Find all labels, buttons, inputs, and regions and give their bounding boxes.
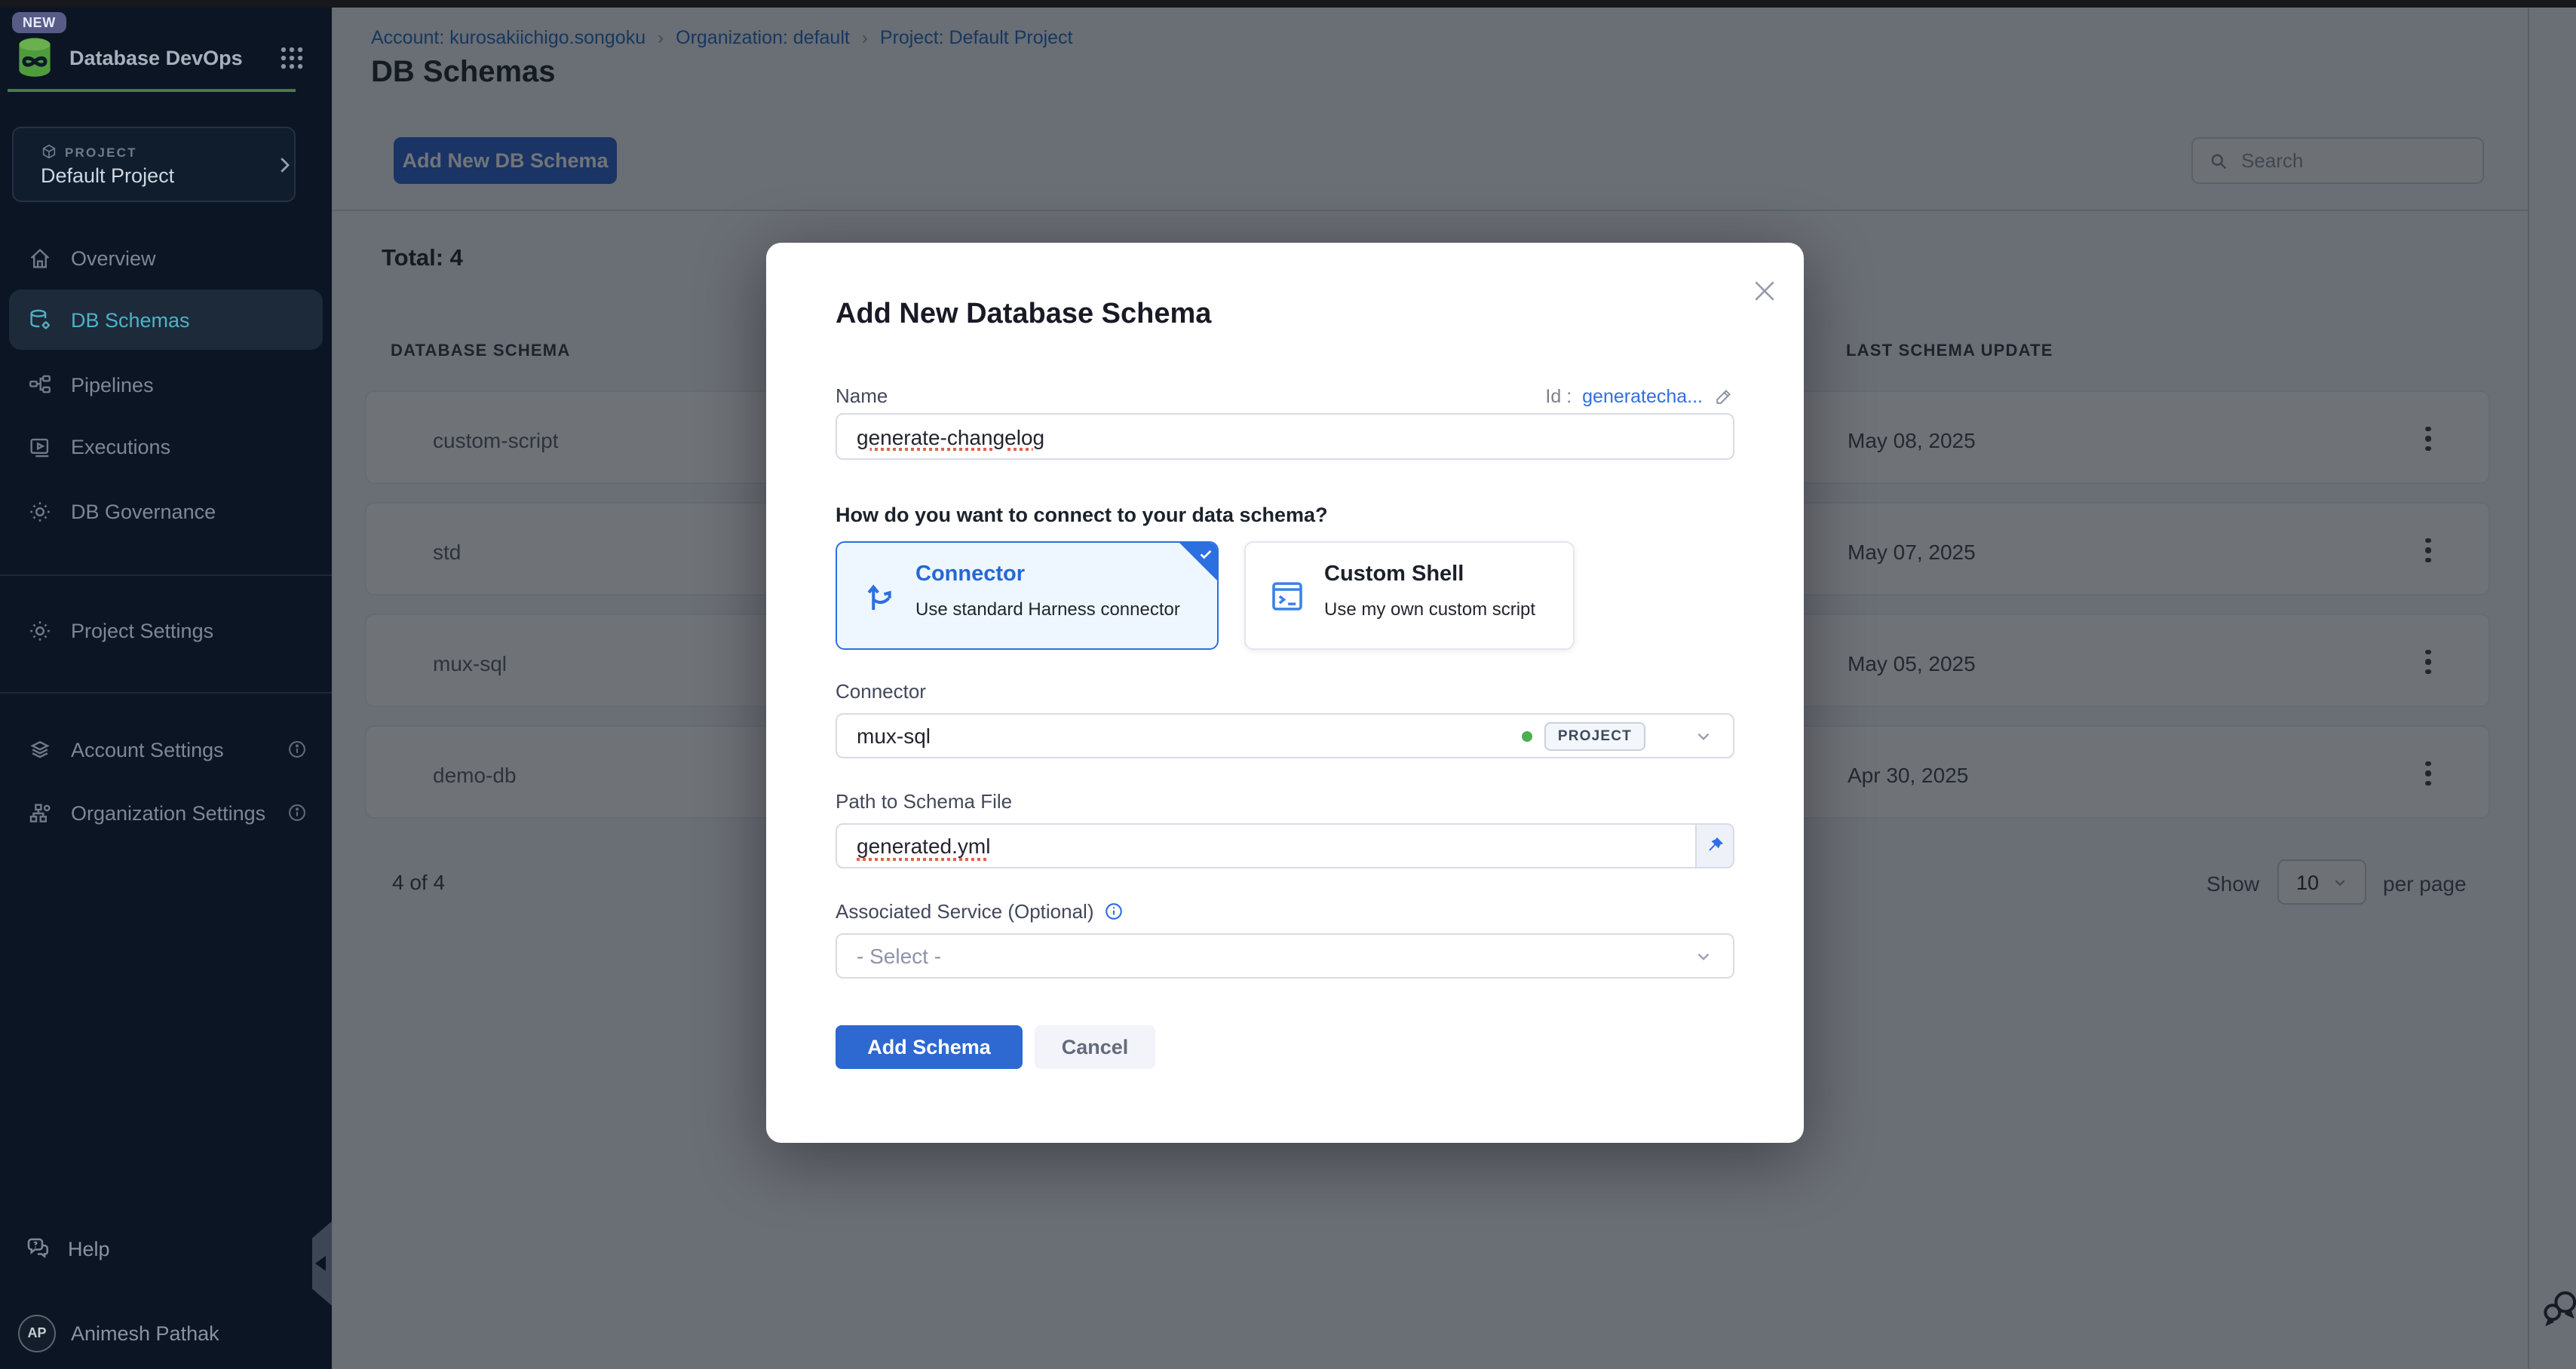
sidebar-item-pipelines[interactable]: Pipelines xyxy=(0,354,332,415)
add-schema-modal: Add New Database Schema Name Id : genera… xyxy=(766,243,1804,1143)
project-name: Default Project xyxy=(41,164,174,187)
path-input[interactable]: generated.yml xyxy=(836,823,1697,868)
help-chat-icon xyxy=(24,1235,51,1262)
terminal-icon xyxy=(1267,576,1308,617)
window-top-strip xyxy=(0,0,2576,8)
user-name: Animesh Pathak xyxy=(71,1322,219,1344)
database-gear-icon xyxy=(27,307,53,332)
chevron-right-icon xyxy=(273,154,296,176)
sidebar-item-executions[interactable]: Executions xyxy=(0,416,332,476)
connect-question: How do you want to connect to your data … xyxy=(836,504,1328,526)
layers-icon xyxy=(27,737,53,762)
sidebar-item-db-schemas[interactable]: DB Schemas xyxy=(9,289,323,350)
option-subtitle: Use my own custom script xyxy=(1324,599,1535,620)
service-label: Associated Service (Optional) xyxy=(836,900,1094,923)
sidebar-item-organization-settings[interactable]: Organization Settings xyxy=(0,783,332,843)
sidebar-divider xyxy=(0,574,332,576)
option-card-connector[interactable]: Connector Use standard Harness connector xyxy=(836,541,1219,650)
sidebar: NEW Database DevOps PROJECT xyxy=(0,0,332,1369)
connector-branch-arrows-icon xyxy=(858,576,899,617)
path-value: generated.yml xyxy=(857,834,990,858)
associated-service-select[interactable]: - Select - xyxy=(836,933,1734,979)
chevron-down-icon xyxy=(1694,726,1713,746)
cancel-button[interactable]: Cancel xyxy=(1035,1025,1155,1069)
option-subtitle: Use standard Harness connector xyxy=(915,599,1180,620)
sidebar-item-label: Executions xyxy=(71,435,170,458)
app-window: NEW Database DevOps PROJECT xyxy=(0,0,2576,1369)
executions-icon xyxy=(27,433,53,459)
sidebar-item-overview[interactable]: Overview xyxy=(0,228,332,288)
gear-icon xyxy=(27,617,53,643)
cube-icon xyxy=(41,143,57,160)
sidebar-item-label: Pipelines xyxy=(71,373,154,396)
avatar: AP xyxy=(18,1314,56,1352)
service-value: - Select - xyxy=(857,944,941,968)
sidebar-item-label: DB Governance xyxy=(71,500,216,522)
brand-divider xyxy=(8,89,296,92)
connector-select[interactable]: mux-sql PROJECT xyxy=(836,713,1734,758)
connector-status-dot xyxy=(1522,730,1532,741)
pin-runtime-input-button[interactable] xyxy=(1697,823,1734,868)
sidebar-item-db-governance[interactable]: DB Governance xyxy=(0,481,332,541)
info-icon xyxy=(287,802,308,823)
sidebar-divider xyxy=(0,692,332,694)
info-icon xyxy=(287,739,308,760)
help-button[interactable]: Help xyxy=(0,1218,332,1279)
name-input[interactable]: generate-changelog xyxy=(836,413,1734,460)
main-content: Account: kurosakiichigo.songoku › Organi… xyxy=(332,8,2576,1369)
collapse-left-arrow-icon xyxy=(315,1256,326,1271)
database-devops-logo-icon xyxy=(12,35,57,80)
option-title: Connector xyxy=(915,562,1025,586)
sidebar-item-project-settings[interactable]: Project Settings xyxy=(0,600,332,660)
project-selector[interactable]: PROJECT Default Project xyxy=(12,127,296,202)
thumbtack-icon xyxy=(1704,835,1725,856)
sidebar-item-label: Organization Settings xyxy=(71,801,265,824)
add-schema-button[interactable]: Add Schema xyxy=(836,1025,1023,1069)
option-card-custom-shell[interactable]: Custom Shell Use my own custom script xyxy=(1244,541,1575,650)
modal-title: Add New Database Schema xyxy=(836,299,1211,332)
sidebar-item-label: Project Settings xyxy=(71,619,213,642)
sidebar-item-label: DB Schemas xyxy=(71,308,190,331)
name-label: Name xyxy=(836,384,888,407)
home-icon xyxy=(27,245,53,271)
chevron-down-icon xyxy=(1694,946,1713,966)
path-label: Path to Schema File xyxy=(836,790,1012,813)
sidebar-item-label: Account Settings xyxy=(71,738,224,761)
project-eyebrow: PROJECT xyxy=(41,143,137,160)
app-switcher-grid-icon[interactable] xyxy=(278,44,306,72)
info-icon[interactable] xyxy=(1105,902,1124,921)
org-structure-icon xyxy=(27,800,53,825)
app-title: Database DevOps xyxy=(69,47,243,69)
sidebar-item-label: Overview xyxy=(71,247,156,269)
name-value: generate-changelog xyxy=(857,424,1044,449)
governance-gear-icon xyxy=(27,498,53,524)
new-badge: NEW xyxy=(12,12,66,33)
scope-tag: PROJECT xyxy=(1544,721,1645,750)
option-title: Custom Shell xyxy=(1324,562,1464,586)
sidebar-item-account-settings[interactable]: Account Settings xyxy=(0,719,332,779)
id-value-link[interactable]: generatecha... xyxy=(1582,385,1703,406)
check-icon xyxy=(1198,546,1214,562)
connector-value: mux-sql xyxy=(857,724,931,748)
connector-label: Connector xyxy=(836,680,926,703)
id-group: Id : generatecha... xyxy=(1545,384,1734,407)
pipelines-icon xyxy=(27,372,53,397)
close-icon[interactable] xyxy=(1750,276,1780,306)
user-menu[interactable]: AP Animesh Pathak xyxy=(0,1303,332,1363)
help-label: Help xyxy=(68,1237,110,1260)
id-prefix: Id : xyxy=(1545,385,1572,406)
edit-id-pencil-icon[interactable] xyxy=(1713,385,1734,406)
